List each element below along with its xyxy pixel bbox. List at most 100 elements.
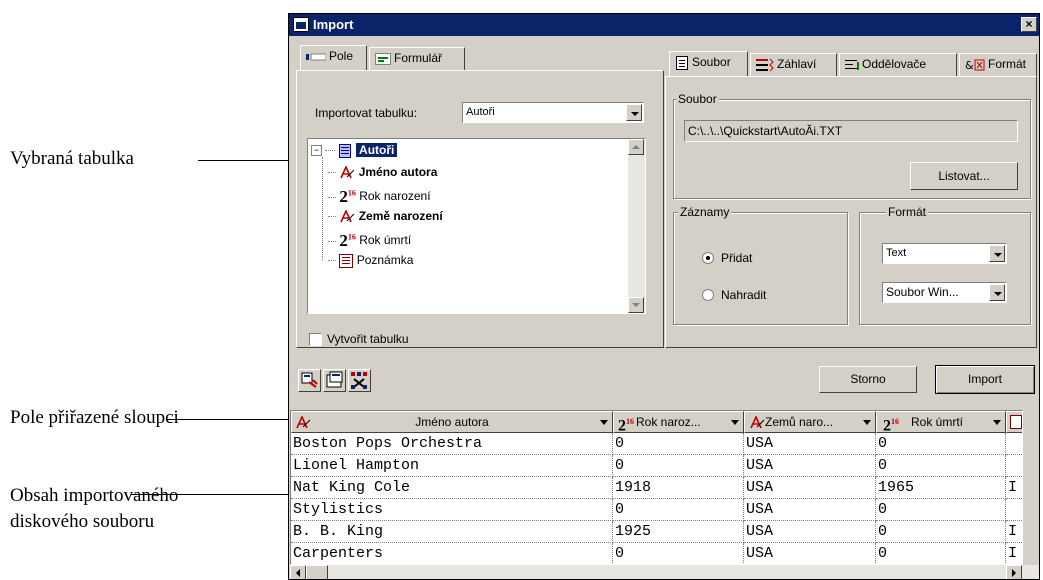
append-label: Přidat — [721, 251, 753, 265]
table-cell[interactable]: 1918 — [613, 477, 744, 499]
grid-column-header[interactable]: Jméno autora — [291, 411, 613, 433]
tree-item-field[interactable]: Jméno autora — [328, 165, 437, 179]
table-cell[interactable]: 0 — [613, 433, 744, 455]
file-icon — [676, 55, 688, 70]
field-settings-icon — [301, 372, 318, 388]
table-cell[interactable]: USA — [744, 543, 876, 564]
format-type-select[interactable]: Text — [882, 243, 1007, 264]
grid-horizontal-scrollbar[interactable] — [290, 565, 1039, 579]
chevron-down-icon[interactable] — [989, 245, 1005, 262]
scroll-down-button[interactable] — [628, 297, 644, 313]
cancel-button[interactable]: Storno — [819, 366, 917, 393]
toolbar-button[interactable] — [298, 369, 321, 392]
table-cell[interactable]: 0 — [876, 455, 1006, 477]
table-row[interactable]: Carpenters 0 USA 0 I — [291, 543, 1022, 564]
table-row[interactable]: Boston Pops Orchestra 0 USA 0 — [291, 433, 1022, 455]
tree-item-field[interactable]: 216 Rok narození — [328, 187, 431, 207]
table-cell[interactable]: USA — [744, 433, 876, 455]
scroll-up-button[interactable] — [628, 139, 644, 155]
memo-field-icon — [1010, 415, 1022, 429]
table-cell[interactable]: B. B. King — [291, 521, 613, 543]
table-cell[interactable]: USA — [744, 477, 876, 499]
import-table-select[interactable]: Autoři — [462, 102, 644, 123]
import-dialog: Import × Pole Formulář Importovat tabulk… — [288, 13, 1040, 580]
scroll-right-button[interactable] — [1006, 565, 1022, 579]
table-cell[interactable]: 1925 — [613, 521, 744, 543]
chevron-down-icon[interactable] — [993, 420, 1001, 425]
collapse-icon[interactable]: − — [311, 145, 322, 157]
tab-soubor[interactable]: Soubor — [669, 51, 748, 77]
replace-radio[interactable] — [702, 289, 714, 301]
table-cell[interactable]: Boston Pops Orchestra — [291, 433, 613, 455]
table-cell[interactable]: 1965 — [876, 477, 1006, 499]
number-field-icon: 216 — [339, 231, 356, 250]
replace-label: Nahradit — [721, 288, 767, 302]
table-cell[interactable]: Nat King Cole — [291, 477, 613, 499]
chevron-down-icon[interactable] — [989, 284, 1005, 301]
create-table-checkbox[interactable] — [309, 333, 322, 346]
table-cell[interactable]: 0 — [876, 521, 1006, 543]
grid-header: Jméno autora 216 Rok naroz... Zemů naro.… — [291, 411, 1022, 433]
close-button[interactable]: × — [1021, 17, 1037, 32]
toolbar-button[interactable] — [323, 369, 346, 392]
chevron-down-icon[interactable] — [863, 420, 871, 425]
toolbar-button[interactable] — [348, 369, 371, 392]
tab-format[interactable]: & Formát — [959, 53, 1037, 76]
table-cell[interactable]: Lionel Hampton — [291, 455, 613, 477]
table-cell[interactable]: 0 — [613, 455, 744, 477]
file-path-field[interactable]: C:\..\..\Quickstart\AutoĂi.TXT — [684, 120, 1018, 142]
scroll-left-button[interactable] — [290, 565, 306, 579]
form-icon — [375, 52, 391, 65]
zaznamy-group-title: Záznamy — [678, 205, 732, 219]
table-cell[interactable]: I — [1006, 477, 1022, 499]
tab-pole[interactable]: Pole — [300, 45, 367, 71]
tree-item-field[interactable]: Poznámka — [328, 253, 413, 268]
table-cell[interactable]: USA — [744, 499, 876, 521]
table-row[interactable]: Nat King Cole 1918 USA 1965 I — [291, 477, 1022, 499]
table-cell[interactable] — [1006, 433, 1022, 455]
import-table-label: Importovat tabulku: — [315, 106, 418, 120]
table-cell[interactable]: USA — [744, 521, 876, 543]
format-group — [859, 212, 1031, 325]
chevron-down-icon[interactable] — [626, 104, 642, 121]
table-cell[interactable]: 0 — [613, 499, 744, 521]
grid-column-header[interactable]: Zemů naro... — [744, 411, 876, 433]
fields-panel: Importovat tabulku: Autoři − Autoři Jmén… — [296, 70, 664, 348]
import-button[interactable]: Import — [935, 365, 1035, 394]
import-preview-grid[interactable]: Jméno autora 216 Rok naroz... Zemů naro.… — [290, 410, 1023, 565]
chevron-down-icon[interactable] — [600, 420, 608, 425]
table-cell[interactable]: I — [1006, 543, 1022, 564]
grid-column-header[interactable] — [1006, 411, 1022, 433]
table-view-icon — [326, 371, 343, 388]
tree-scrollbar[interactable] — [628, 139, 645, 313]
chevron-down-icon[interactable] — [731, 420, 739, 425]
table-cell[interactable]: USA — [744, 455, 876, 477]
table-cell[interactable]: 0 — [876, 543, 1006, 564]
tree-item-field[interactable]: 216 Rok úmrtí — [328, 231, 411, 251]
table-cell[interactable]: I — [1006, 521, 1022, 543]
table-row[interactable]: Lionel Hampton 0 USA 0 — [291, 455, 1022, 477]
table-cell[interactable]: Carpenters — [291, 543, 613, 564]
tree-root[interactable]: − Autoři — [311, 143, 398, 158]
scroll-thumb[interactable] — [306, 565, 328, 579]
table-cell[interactable]: Stylistics — [291, 499, 613, 521]
table-cell[interactable] — [1006, 455, 1022, 477]
table-cell[interactable] — [1006, 499, 1022, 521]
create-table-label: Vytvořit tabulku — [327, 332, 409, 346]
browse-button[interactable]: Listovat... — [910, 162, 1018, 190]
app-icon — [293, 17, 309, 32]
encoding-select[interactable]: Soubor Win... — [882, 282, 1007, 303]
table-cell[interactable]: 0 — [876, 433, 1006, 455]
table-cell[interactable]: 0 — [613, 543, 744, 564]
table-cell[interactable]: 0 — [876, 499, 1006, 521]
tab-oddelovace[interactable]: Oddělovače — [839, 53, 957, 76]
grid-column-header[interactable]: 216 Rok naroz... — [613, 411, 744, 433]
tab-zahlavi[interactable]: Záhlaví — [750, 53, 837, 76]
tab-formular[interactable]: Formulář — [369, 47, 465, 70]
table-row[interactable]: B. B. King 1925 USA 0 I — [291, 521, 1022, 543]
append-radio[interactable] — [702, 252, 714, 264]
table-tree[interactable]: − Autoři Jméno autora 216 Rok narození Z… — [307, 138, 646, 314]
grid-column-header[interactable]: 216 Rok úmrtí — [876, 411, 1006, 433]
table-row[interactable]: Stylistics 0 USA 0 — [291, 499, 1022, 521]
tree-item-field[interactable]: Země narození — [328, 209, 443, 223]
